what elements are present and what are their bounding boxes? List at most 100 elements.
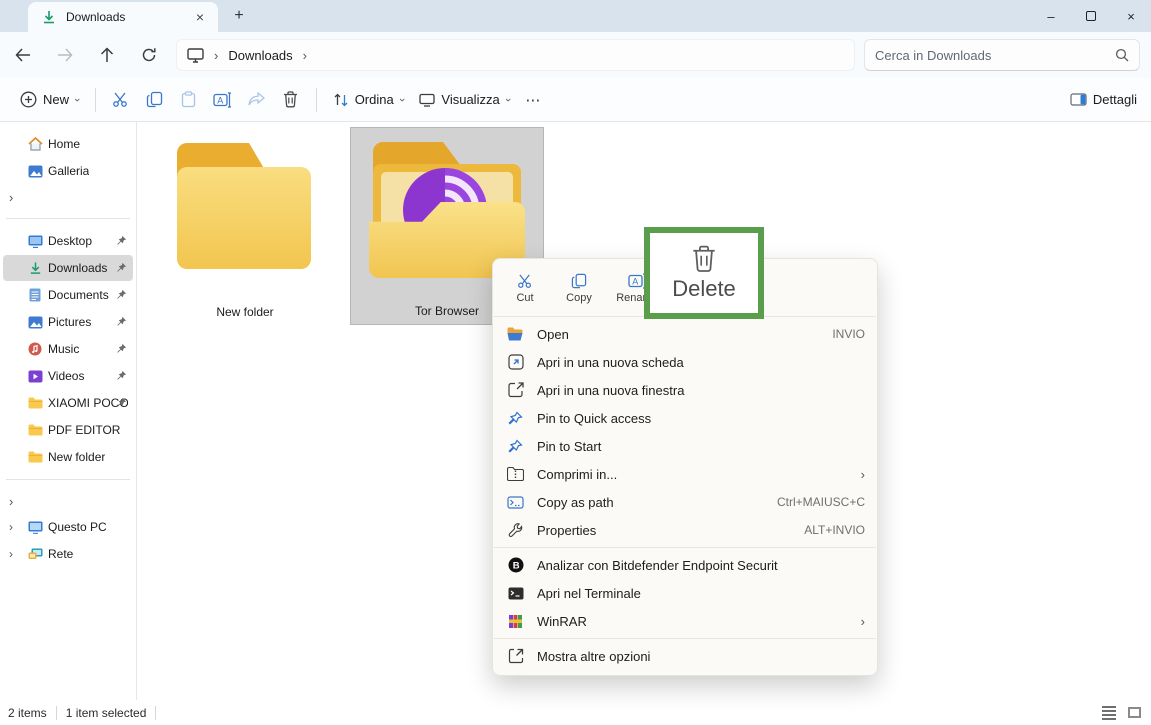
menu-item-pin-quick-access[interactable]: Pin to Quick access (493, 404, 877, 432)
copy-icon (571, 273, 587, 289)
breadcrumb-chevron: › (214, 48, 218, 63)
more-options-button[interactable]: ⋯ (517, 91, 549, 109)
sidebar-item-rete[interactable]: › Rete (3, 541, 133, 567)
pin-icon (116, 262, 127, 273)
file-tile-new-folder[interactable]: New folder (148, 127, 342, 325)
up-button[interactable] (90, 39, 124, 71)
delete-button[interactable] (274, 84, 308, 116)
delete-highlight-label: Delete (672, 276, 736, 302)
expand-chevron-icon[interactable]: › (9, 520, 13, 534)
sort-arrows-icon (333, 92, 349, 108)
pin-icon (116, 370, 127, 381)
sidebar-item-new-folder[interactable]: New folder (3, 444, 133, 470)
selection-count: 1 item selected (66, 706, 147, 720)
sidebar-item-label: Videos (48, 369, 84, 383)
sidebar-item-label: PDF EDITOR (48, 423, 120, 437)
menu-item-bitdefender-scan[interactable]: B Analizar con Bitdefender Endpoint Secu… (493, 551, 877, 579)
menu-item-label: Apri nel Terminale (537, 586, 865, 601)
svg-text:A: A (632, 276, 638, 286)
view-icon (419, 93, 435, 107)
large-icons-view-button[interactable] (1128, 707, 1141, 718)
sidebar-item-galleria[interactable]: Galleria (3, 158, 133, 184)
search-icon[interactable] (1115, 48, 1129, 62)
menu-item-open-in-terminal[interactable]: Apri nel Terminale (493, 579, 877, 607)
sidebar-item-label: Desktop (48, 234, 92, 248)
copy-quick-action[interactable]: Copy (559, 273, 599, 304)
sidebar-item-desktop[interactable]: Desktop (3, 228, 133, 254)
back-button[interactable] (6, 39, 40, 71)
view-button[interactable]: Visualizza › (411, 86, 517, 113)
new-tab-button[interactable]: + (226, 4, 252, 28)
menu-item-open-new-tab[interactable]: Apri in una nuova scheda (493, 348, 877, 376)
menu-item-open[interactable]: Open INVIO (493, 320, 877, 348)
copy-button[interactable] (138, 84, 172, 116)
folder-icon (27, 395, 43, 411)
menu-item-label: Apri in una nuova scheda (537, 355, 865, 370)
cut-button[interactable] (104, 84, 138, 116)
sidebar-item-pictures[interactable]: Pictures (3, 309, 133, 335)
details-button[interactable]: Dettagli (1070, 92, 1137, 107)
cut-quick-action[interactable]: Cut (505, 273, 545, 304)
view-button-label: Visualizza (441, 92, 499, 107)
sidebar-item-xiaomi-poco-f[interactable]: XIAOMI POCO F (3, 390, 133, 416)
expand-chevron-icon[interactable]: › (9, 547, 13, 561)
share-button[interactable] (240, 84, 274, 116)
menu-item-label: Properties (537, 523, 804, 538)
menu-item-show-more-options[interactable]: Mostra altre opzioni (493, 642, 877, 670)
menu-item-label: Mostra altre opzioni (537, 649, 865, 664)
file-name: New folder (216, 305, 273, 319)
sidebar-item-home[interactable]: Home (3, 131, 133, 157)
submenu-chevron-icon: › (861, 614, 865, 629)
menu-item-pin-to-start[interactable]: Pin to Start (493, 432, 877, 460)
file-name: Tor Browser (415, 304, 479, 318)
sort-button[interactable]: Ordina › (325, 86, 412, 114)
winrar-icon (507, 613, 524, 630)
sidebar-item-pdf-editor[interactable]: PDF EDITOR (3, 417, 133, 443)
breadcrumb-item-downloads[interactable]: Downloads (228, 48, 292, 63)
toolbar-divider (95, 88, 96, 112)
pin-icon (116, 397, 127, 408)
sidebar-collapse-chevron[interactable]: › (3, 185, 133, 209)
window-controls: – × (1031, 0, 1151, 32)
command-toolbar: New › A Ordina › (0, 78, 1151, 122)
menu-item-properties[interactable]: Properties ALT+INVIO (493, 516, 877, 544)
menu-item-compress[interactable]: Comprimi in... › (493, 460, 877, 488)
navigation-sidebar: Home Galleria › Desktop (0, 122, 137, 700)
breadcrumb-chevron[interactable]: › (303, 48, 307, 63)
menu-item-open-new-window[interactable]: Apri in una nuova finestra (493, 376, 877, 404)
search-box[interactable] (864, 39, 1140, 71)
forward-button[interactable] (48, 39, 82, 71)
menu-item-winrar[interactable]: WinRAR › (493, 607, 877, 635)
sidebar-item-documents[interactable]: Documents (3, 282, 133, 308)
new-button[interactable]: New › (12, 85, 87, 114)
tab-downloads[interactable]: Downloads × (28, 2, 218, 32)
folder-icon (169, 143, 321, 273)
downloads-icon (42, 10, 56, 24)
toolbar-divider (316, 88, 317, 112)
rename-button[interactable]: A (206, 84, 240, 116)
sidebar-collapse-chevron[interactable]: › (3, 489, 133, 513)
list-view-button[interactable] (1102, 706, 1116, 720)
search-input[interactable] (875, 48, 1115, 63)
maximize-button[interactable] (1071, 0, 1111, 32)
minimize-button[interactable]: – (1031, 0, 1071, 32)
sidebar-item-questo-pc[interactable]: › Questo PC (3, 514, 133, 540)
tab-close-icon[interactable]: × (190, 9, 210, 25)
sidebar-divider (6, 479, 130, 480)
paste-button[interactable] (172, 84, 206, 116)
close-button[interactable]: × (1111, 0, 1151, 32)
zip-folder-icon (507, 466, 524, 483)
menu-item-label: WinRAR (537, 614, 861, 629)
menu-item-label: Pin to Quick access (537, 411, 865, 426)
sidebar-item-label: Rete (48, 547, 73, 561)
context-menu: Cut Copy A Rename Open INVIO (492, 258, 878, 676)
sidebar-item-label: Music (48, 342, 79, 356)
sidebar-item-music[interactable]: Music (3, 336, 133, 362)
sidebar-item-downloads[interactable]: Downloads (3, 255, 133, 281)
breadcrumb[interactable]: › Downloads › (176, 39, 855, 71)
delete-highlight-overlay[interactable]: Delete (644, 227, 764, 319)
sidebar-item-videos[interactable]: Videos (3, 363, 133, 389)
menu-item-copy-as-path[interactable]: Copy as path Ctrl+MAIUSC+C (493, 488, 877, 516)
refresh-button[interactable] (132, 39, 166, 71)
menu-item-label: Pin to Start (537, 439, 865, 454)
